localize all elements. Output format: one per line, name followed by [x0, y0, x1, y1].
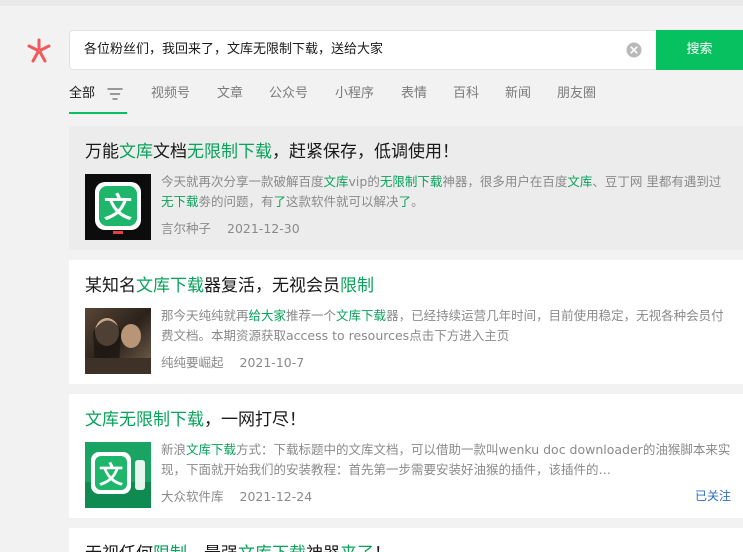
highlighted-keyword: 无限制下载	[379, 174, 443, 189]
search-tabs: 全部 视频号 文章 公众号 小程序 表情 百科 新闻 朋友圈	[69, 84, 743, 114]
result-title[interactable]: 无视任何限制，最强文库下载神器来了！	[85, 542, 391, 552]
text-segment: 神器	[306, 544, 340, 552]
text-segment: 无视任何	[85, 544, 153, 552]
highlighted-keyword: 无限制下载	[187, 142, 272, 162]
text-segment: 推荐一个	[286, 308, 337, 323]
text-segment: ，一网打尽！	[204, 410, 306, 430]
tab-all[interactable]: 全部	[69, 84, 123, 108]
highlighted-keyword: 来了	[340, 544, 374, 552]
tab-stickers[interactable]: 表情	[401, 84, 427, 108]
text-segment: 某知名	[85, 276, 136, 296]
result-meta: 言尔种子 2021-12-30	[161, 218, 300, 237]
result-date: 2021-12-30	[227, 221, 300, 236]
result-description: 今天就再次分享一款破解百度文库vip的无限制下载神器，很多用户在百度文库、豆丁网…	[161, 172, 731, 212]
result-title[interactable]: 某知名文库下载器复活，无视会员限制	[85, 274, 374, 298]
tab-articles[interactable]: 文章	[217, 84, 243, 108]
text-segment: ，赶紧保存，低调使用！	[272, 142, 459, 162]
wenku-app-icon: 文	[85, 442, 151, 508]
highlighted-keyword: 了	[273, 194, 287, 209]
result-meta: 大众软件库 2021-12-24	[161, 486, 312, 505]
highlighted-keyword: 文库下载	[186, 442, 237, 457]
text-segment: 器复活，无视会员	[204, 276, 340, 296]
result-card-4[interactable]: 无视任何限制，最强文库下载神器来了！	[69, 528, 743, 552]
text-segment: ，最强	[187, 544, 238, 552]
tab-encyclopedia[interactable]: 百科	[453, 84, 479, 108]
search-button[interactable]: 搜索	[656, 30, 743, 70]
followed-badge[interactable]: 已关注	[695, 487, 731, 504]
highlighted-keyword: 文库	[119, 142, 153, 162]
text-segment: 今天就再次分享一款破解百度	[161, 174, 324, 189]
top-shadow	[0, 0, 743, 6]
highlighted-keyword: 无下载	[161, 194, 199, 209]
result-source[interactable]: 大众软件库	[161, 489, 224, 504]
result-date: 2021-10-7	[239, 355, 305, 370]
text-segment: vip的	[348, 174, 380, 189]
text-segment: 万能	[85, 142, 119, 162]
filter-icon[interactable]	[107, 87, 123, 101]
tab-official-accounts[interactable]: 公众号	[269, 84, 308, 108]
text-segment: 那今天纯纯就再	[161, 308, 249, 323]
result-description: 新浪文库下载方式：下载标题中的文库文档，可以借助一款叫wenku doc dow…	[161, 440, 731, 480]
result-source[interactable]: 纯纯要崛起	[161, 355, 224, 370]
highlighted-keyword: 文库下载	[136, 276, 204, 296]
text-segment: 。	[411, 194, 424, 209]
result-title[interactable]: 文库无限制下载，一网打尽！	[85, 408, 306, 432]
search-box	[69, 30, 656, 70]
highlighted-keyword: 文库	[323, 174, 349, 189]
result-title[interactable]: 万能文库文档无限制下载，赶紧保存，低调使用！	[85, 140, 459, 164]
highlighted-keyword: 限制	[153, 544, 187, 552]
search-input[interactable]	[84, 31, 614, 69]
wenku-app-icon: 文	[85, 174, 151, 240]
svg-text:文: 文	[99, 461, 124, 489]
result-description: 那今天纯纯就再给大家推荐一个文库下载器，已经持续运营几年时间，目前使用稳定，无视…	[161, 306, 731, 346]
text-segment: 、豆丁网 里都有遇到过	[592, 174, 722, 189]
result-thumbnail[interactable]: 文	[85, 442, 151, 508]
result-source[interactable]: 言尔种子	[161, 221, 211, 236]
clear-icon[interactable]	[626, 42, 642, 58]
text-segment: 劵的问题，有	[198, 194, 274, 209]
text-segment: 这款软件就可以解决	[286, 194, 399, 209]
text-segment: 文档	[153, 142, 187, 162]
tab-moments[interactable]: 朋友圈	[557, 84, 596, 108]
tab-all-label: 全部	[69, 86, 96, 101]
highlighted-keyword: 文库无限制下载	[85, 410, 204, 430]
result-card-1[interactable]: 万能文库文档无限制下载，赶紧保存，低调使用！ 文 今天就再次分享一款破解百度文库…	[69, 126, 743, 250]
tab-mini-programs[interactable]: 小程序	[335, 84, 374, 108]
result-date: 2021-12-24	[239, 489, 313, 504]
result-meta: 纯纯要崛起 2021-10-7	[161, 352, 304, 371]
highlighted-keyword: 文库下载	[336, 308, 387, 323]
result-card-2[interactable]: 某知名文库下载器复活，无视会员限制 那今天纯纯就再给大家推荐一个文库下载器，已经…	[69, 260, 743, 384]
tab-active-underline	[69, 112, 127, 114]
highlighted-keyword: 了	[398, 194, 412, 209]
result-thumbnail[interactable]	[85, 308, 151, 374]
wechat-search-logo-icon[interactable]	[24, 36, 54, 66]
highlighted-keyword: 给大家	[248, 308, 287, 323]
photo-thumbnail-icon	[85, 308, 151, 374]
svg-text:文: 文	[104, 191, 132, 224]
highlighted-keyword: 文库	[567, 174, 593, 189]
text-segment: 新浪	[161, 442, 187, 457]
highlighted-keyword: 文库下载	[238, 544, 306, 552]
text-segment: ！	[374, 544, 391, 552]
tab-channels[interactable]: 视频号	[151, 84, 190, 108]
result-card-3[interactable]: 文库无限制下载，一网打尽！ 文 新浪文库下载方式：下载标题中的文库文档，可以借助…	[69, 394, 743, 518]
text-segment: 方式：下载标题中的文库文档，可以借助一款叫wenku doc downloade…	[161, 442, 731, 477]
highlighted-keyword: 限制	[340, 276, 374, 296]
text-segment: 神器，很多用户在百度	[442, 174, 568, 189]
result-thumbnail[interactable]: 文	[85, 174, 151, 240]
tab-news[interactable]: 新闻	[505, 84, 531, 108]
